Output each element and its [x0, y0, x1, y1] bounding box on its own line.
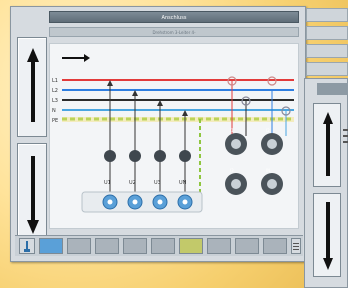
toolbar-button-more[interactable] [291, 238, 301, 254]
bottom-toolbar [15, 235, 303, 256]
label-N: N [52, 108, 56, 114]
probe-label-UN: UN [179, 180, 187, 186]
right-tab-1[interactable] [306, 8, 348, 22]
line-N [62, 109, 294, 111]
menu-icon [293, 243, 299, 250]
connection-panel: Anschluss Drehstrom 3-Leiter 4- L1 L2 L3… [10, 6, 306, 262]
probe-head-U3 [154, 150, 166, 162]
right-tab-4[interactable] [306, 62, 348, 76]
toolbar-button-6[interactable] [179, 238, 203, 254]
toolbar-button-1[interactable] [39, 238, 63, 254]
probe-head-U2 [129, 150, 141, 162]
toolbar-button-9[interactable] [263, 238, 287, 254]
label-L2: L2 [52, 88, 58, 94]
probe-icon [24, 241, 30, 252]
arrow-down-icon [27, 156, 39, 234]
secondary-panel-title [317, 83, 348, 95]
secondary-panel [304, 78, 348, 288]
scroll-up-button[interactable] [17, 37, 47, 137]
clamp-label-I3: I3 [230, 168, 234, 173]
toolbar-button-8[interactable] [235, 238, 259, 254]
secondary-scroll-up-button[interactable] [313, 103, 341, 187]
toolbar-button-probe[interactable] [19, 238, 35, 254]
probe-label-U1: U1 [104, 180, 111, 186]
wiring-diagram: L1 L2 L3 N PE U1 U2 U3 UN I1 I2 I3 IN [49, 43, 299, 229]
toolbar-button-3[interactable] [95, 238, 119, 254]
probe-label-U3: U3 [154, 180, 161, 186]
secondary-legend [343, 129, 348, 147]
clamp-label-I1: I1 [230, 128, 234, 133]
scroll-down-button[interactable] [17, 143, 47, 243]
label-L1: L1 [52, 78, 58, 84]
right-tab-2[interactable] [306, 26, 348, 40]
direction-arrow-icon [62, 54, 90, 62]
secondary-scroll-down-button[interactable] [313, 193, 341, 277]
arrow-up-icon [27, 48, 39, 122]
line-L3 [62, 99, 294, 101]
probe-head-UN [179, 150, 191, 162]
toolbar-button-7[interactable] [207, 238, 231, 254]
arrow-down-icon [323, 202, 333, 270]
toolbar-button-2[interactable] [67, 238, 91, 254]
wiring-diagram-svg: L1 L2 L3 N PE U1 U2 U3 UN I1 I2 I3 IN [52, 54, 294, 213]
line-L1 [62, 79, 294, 81]
toolbar-button-4[interactable] [123, 238, 147, 254]
arrow-up-icon [323, 112, 333, 176]
clamp-label-I2: I2 [266, 128, 270, 133]
toolbar-button-5[interactable] [151, 238, 175, 254]
label-L3: L3 [52, 98, 58, 104]
probe-label-U2: U2 [129, 180, 136, 186]
clamp-label-IN: IN [266, 168, 270, 173]
probe-head-U1 [104, 150, 116, 162]
line-L2 [62, 89, 294, 91]
panel-title: Anschluss [49, 11, 299, 23]
label-PE: PE [52, 118, 58, 124]
panel-subtitle: Drehstrom 3-Leiter 4- [49, 27, 299, 37]
right-panel-tabs [306, 8, 348, 78]
right-tab-3[interactable] [306, 44, 348, 58]
